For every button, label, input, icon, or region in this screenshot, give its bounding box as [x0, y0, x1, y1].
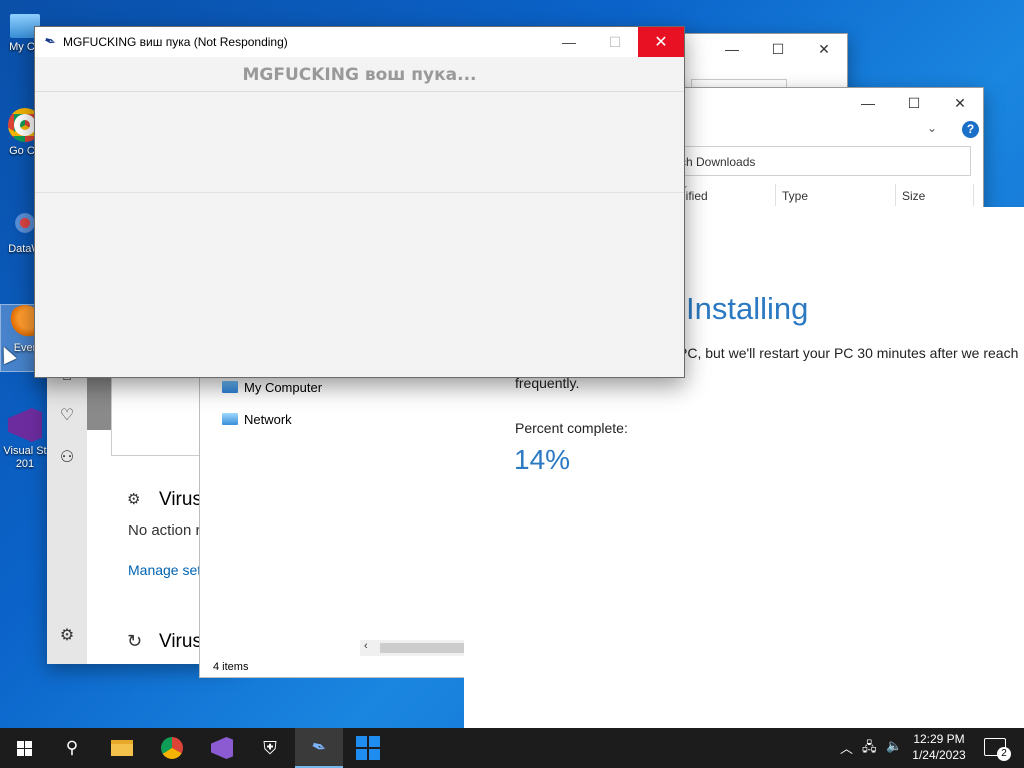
desktop-icon-label: Visual St 201 — [3, 445, 47, 470]
taskbar: ⚲ ⛨ ✒ ︿ 🖧 🔈 12:29 PM 1/24/2023 2 — [0, 728, 1024, 768]
minimize-button[interactable]: — — [845, 88, 891, 118]
scroll-left-icon[interactable]: ‹ — [364, 640, 368, 652]
column-header-type[interactable]: Type — [782, 189, 808, 203]
action-center-icon[interactable]: 2 — [984, 738, 1011, 761]
help-icon[interactable]: ? — [962, 121, 979, 138]
volume-icon[interactable]: 🔈 — [886, 738, 902, 754]
start-icon — [16, 740, 32, 756]
taskbar-visual-studio[interactable] — [198, 728, 246, 768]
percent-complete-value: 14% — [514, 444, 571, 475]
maximize-button[interactable]: ☐ — [755, 34, 801, 64]
family-options-icon[interactable]: ⚇ — [57, 448, 77, 468]
divider — [35, 192, 684, 193]
scroll-thumb[interactable] — [380, 643, 466, 653]
installing-heading: Installing — [686, 291, 809, 326]
close-button[interactable]: ✕ — [638, 27, 684, 57]
update-status-icon: ↻ — [127, 631, 143, 651]
visual-studio-shortcut-icon — [8, 408, 42, 442]
start-button[interactable] — [0, 728, 48, 768]
security-sidebar: ⌂ ♡ ⚇ ⚙ — [47, 360, 87, 664]
feather-app-icon: ✒ — [41, 31, 59, 51]
chevron-down-icon[interactable]: ⌄ — [927, 121, 937, 135]
clock-time: 12:29 PM — [913, 732, 965, 746]
maximize-button[interactable]: ☐ — [592, 27, 638, 57]
search-icon: ⚲ — [65, 738, 79, 757]
nav-item-network[interactable]: Network — [244, 412, 292, 427]
clock-date: 1/24/2023 — [912, 748, 966, 762]
title-bar[interactable]: ✒ MGFUCKING виш пука (Not Responding) — … — [35, 27, 684, 57]
nav-item-my-computer[interactable]: My Computer — [244, 380, 322, 395]
desktop-icon-visual-studio[interactable]: Visual St 201 — [0, 408, 50, 471]
not-responding-window[interactable]: ✒ MGFUCKING виш пука (Not Responding) — … — [34, 26, 685, 378]
taskbar-chrome[interactable] — [148, 728, 196, 768]
divider — [35, 91, 684, 92]
close-button[interactable]: ✕ — [801, 34, 847, 64]
app-heading: MGFUCKING вош пука... — [242, 65, 477, 85]
horizontal-scrollbar[interactable]: ‹ — [360, 640, 466, 656]
visual-studio-icon — [211, 737, 233, 759]
taskbar-security[interactable]: ⛨ — [246, 728, 294, 768]
status-bar-count: 4 items — [213, 661, 249, 673]
chrome-icon — [161, 737, 183, 759]
clock[interactable]: 12:29 PM 1/24/2023 — [904, 731, 974, 763]
taskbar-hung-app[interactable]: ✒ — [295, 728, 343, 768]
desktop: { "desktop_icons": [ {"label": "My Co", … — [0, 0, 1024, 768]
notification-badge: 2 — [997, 747, 1011, 761]
search-button[interactable]: ⚲ — [48, 728, 96, 768]
network-icon — [222, 413, 238, 425]
feather-app-icon: ✒ — [308, 734, 330, 759]
windows-update-icon — [356, 736, 380, 760]
column-divider — [973, 184, 974, 206]
section-title: Virus — [159, 631, 202, 652]
column-divider — [895, 184, 896, 206]
taskbar-file-explorer[interactable] — [98, 728, 146, 768]
percent-complete-label: Percent complete: — [515, 420, 628, 436]
close-button[interactable]: ✕ — [937, 88, 983, 118]
column-divider — [775, 184, 776, 206]
status-text: No action r — [128, 522, 201, 539]
window-title: MGFUCKING виш пука (Not Responding) — [63, 35, 288, 49]
network-tray-icon[interactable]: 🖧 — [862, 738, 877, 760]
file-explorer-icon — [111, 740, 133, 756]
manage-settings-link[interactable]: Manage set — [128, 562, 201, 578]
show-hidden-icons-chevron-icon[interactable]: ︿ — [840, 738, 853, 757]
computer-icon — [222, 381, 238, 393]
taskbar-windows-update[interactable] — [344, 728, 392, 768]
device-health-icon[interactable]: ♡ — [57, 406, 77, 426]
restart-message: PC, but we'll restart your PC 30 minutes… — [678, 345, 1019, 361]
search-input[interactable]: rch Downloads — [671, 146, 971, 176]
defender-shield-icon: ⛨ — [263, 737, 277, 758]
minimize-button[interactable]: — — [546, 27, 592, 57]
maximize-button[interactable]: ☐ — [891, 88, 937, 118]
section-title: Virus — [159, 489, 202, 510]
search-placeholder: rch Downloads — [676, 155, 756, 169]
file-explorer-window[interactable]: My Computer Network ‹ 4 items — [199, 360, 466, 678]
settings-gear-icon[interactable]: ⚙ — [57, 626, 77, 646]
virus-scan-icon: ⚙ — [127, 491, 141, 508]
column-header-size[interactable]: Size — [902, 189, 925, 203]
downloads-window[interactable]: — ☐ ✕ ⌄ ? rch Downloads ⌄ dified Type Si… — [650, 87, 984, 212]
minimize-button[interactable]: — — [709, 34, 755, 64]
